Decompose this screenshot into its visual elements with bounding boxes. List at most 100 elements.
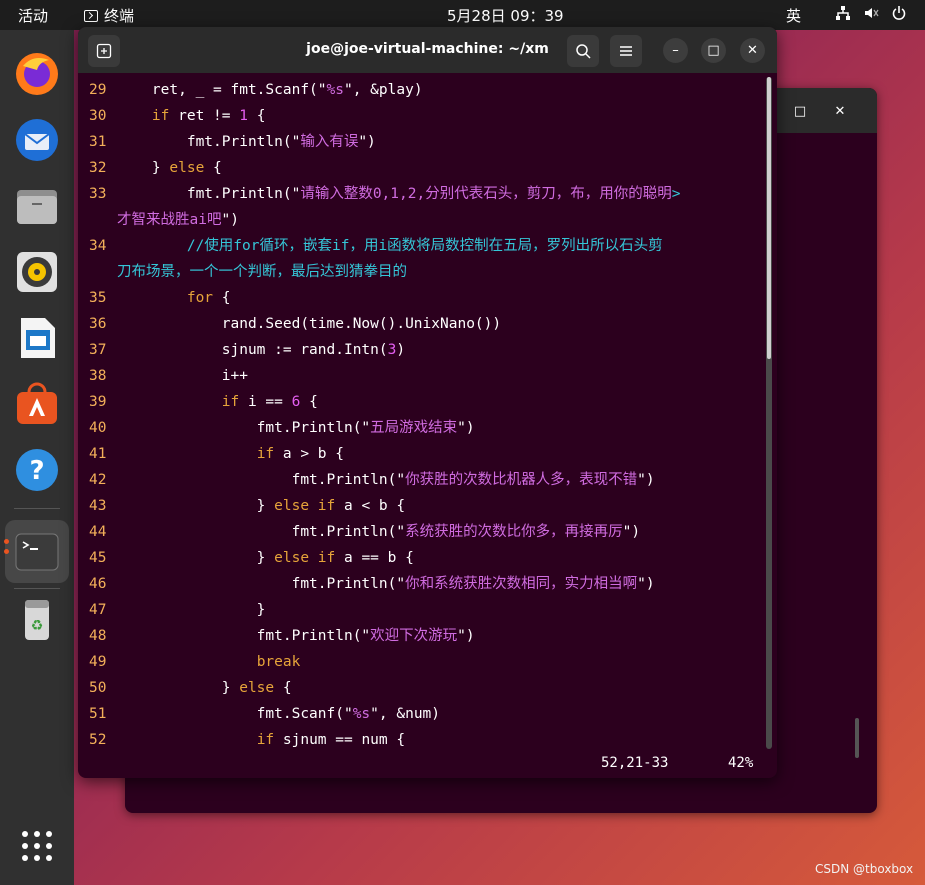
power-icon: [892, 6, 906, 20]
code-text-wrapped: 刀布场景，一个一个判断，最后达到猜拳目的: [117, 264, 407, 280]
code-line: 46 fmt.Println("你和系统获胜次数相同，实力相当啊"): [78, 571, 768, 597]
line-number: 45: [89, 550, 107, 566]
line-number: 32: [89, 160, 107, 176]
minimize-button[interactable]: –: [663, 38, 688, 63]
app-name: 终端: [104, 7, 135, 25]
dock-separator: [14, 508, 60, 509]
firefox-icon[interactable]: [13, 50, 61, 98]
code-text: fmt.Println("欢迎下次游玩"): [117, 628, 475, 644]
search-button[interactable]: [567, 35, 599, 67]
new-tab-button[interactable]: [88, 35, 120, 67]
dock: ? ♻: [0, 30, 74, 885]
code-text: } else {: [117, 160, 222, 176]
system-tray[interactable]: [835, 5, 907, 21]
code-line: 52 if sjnum == num {: [78, 727, 768, 753]
search-icon: [576, 44, 591, 59]
code-text: fmt.Println("你和系统获胜次数相同，实力相当啊"): [117, 576, 655, 592]
line-number: 37: [89, 342, 107, 358]
code-line: 47 }: [78, 597, 768, 623]
code-line: 36 rand.Seed(time.Now().UnixNano()): [78, 311, 768, 337]
code-text: if sjnum == num {: [256, 732, 406, 748]
code-text-wrapped: 才智来战胜ai吧"): [117, 212, 239, 228]
code-text: } else if a == b {: [117, 550, 414, 566]
show-apps-icon[interactable]: [13, 822, 61, 870]
scroll-percent: 42%: [728, 755, 754, 771]
code-line: 48 fmt.Println("欢迎下次游玩"): [78, 623, 768, 649]
menu-button[interactable]: [610, 35, 642, 67]
app-center-icon[interactable]: [13, 380, 61, 428]
code-line: 45 } else if a == b {: [78, 545, 768, 571]
code-line: 29 ret, _ = fmt.Scanf("%s", &play): [78, 77, 768, 103]
line-number: 29: [89, 82, 107, 98]
cursor-position: 52,21-33: [601, 755, 669, 771]
maximize-button[interactable]: □: [788, 100, 812, 124]
scrollbar-thumb[interactable]: [767, 77, 771, 359]
code-text: fmt.Println("请输入整数0,1,2,分别代表石头，剪刀，布，用你的聪…: [117, 186, 681, 202]
running-indicator: [4, 539, 9, 544]
network-icon: [836, 6, 850, 20]
line-number: 47: [89, 602, 107, 618]
libreoffice-writer-icon[interactable]: [13, 314, 61, 362]
trash-icon[interactable]: ♻: [13, 596, 61, 644]
watermark: CSDN @tboxbox: [815, 862, 914, 876]
code-text: i++: [117, 368, 248, 384]
line-number: 50: [89, 680, 107, 696]
code-text: rand.Seed(time.Now().UnixNano()): [117, 316, 502, 332]
code-text: ret, _ = fmt.Scanf("%s", &play): [117, 82, 423, 98]
volume-muted-icon: [865, 8, 879, 18]
hamburger-menu-icon: [620, 46, 632, 56]
line-number: 46: [89, 576, 107, 592]
line-number: 40: [89, 420, 107, 436]
line-number: 34: [89, 238, 107, 254]
code-line: 30 if ret != 1 {: [78, 103, 768, 129]
code-line: 41 if a > b {: [78, 441, 768, 467]
code-line: 49 break: [78, 649, 768, 675]
scrollbar[interactable]: [855, 718, 859, 758]
close-button[interactable]: ✕: [740, 38, 765, 63]
activities-button[interactable]: 活动: [18, 5, 48, 26]
files-icon[interactable]: [13, 182, 61, 230]
line-number: 52: [89, 732, 107, 748]
code-text: //使用for循环，嵌套if，用i函数将局数控制在五局，罗列出所以石头剪: [186, 238, 663, 254]
code-text: fmt.Scanf("%s", &num): [117, 706, 441, 722]
code-text: if ret != 1 {: [151, 108, 266, 124]
code-text: sjnum := rand.Intn(3): [117, 342, 406, 358]
code-line: 34 //使用for循环，嵌套if，用i函数将局数控制在五局，罗列出所以石头剪刀…: [78, 233, 768, 285]
line-number: 51: [89, 706, 107, 722]
line-number: 41: [89, 446, 107, 462]
terminal-icon: [84, 9, 98, 22]
code-text: if a > b {: [256, 446, 344, 462]
terminal-window[interactable]: joe@joe-virtual-machine: ~/xm – □ ✕ 29 r…: [78, 27, 777, 778]
terminal-content[interactable]: 29 ret, _ = fmt.Scanf("%s", &play) 30 if …: [78, 77, 768, 753]
thunderbird-icon[interactable]: [13, 116, 61, 164]
terminal-icon[interactable]: [13, 528, 61, 576]
line-number: 33: [89, 186, 107, 202]
code-text: fmt.Println("输入有误"): [117, 134, 376, 150]
line-number: 36: [89, 316, 107, 332]
maximize-button[interactable]: □: [701, 38, 726, 63]
code-line: 33 fmt.Println("请输入整数0,1,2,分别代表石头，剪刀，布，用…: [78, 181, 768, 233]
app-menu[interactable]: 终端: [84, 5, 134, 26]
line-number: 49: [89, 654, 107, 670]
dock-separator: [14, 588, 60, 589]
code-text: for {: [186, 290, 231, 306]
code-text: if i == 6 {: [221, 394, 318, 410]
close-button[interactable]: ✕: [828, 100, 852, 124]
line-number: 31: [89, 134, 107, 150]
code-text: } else if a < b {: [117, 498, 406, 514]
code-line: 31 fmt.Println("输入有误"): [78, 129, 768, 155]
code-line: 51 fmt.Scanf("%s", &num): [78, 701, 768, 727]
line-number: 43: [89, 498, 107, 514]
running-indicator: [4, 549, 9, 554]
line-number: 48: [89, 628, 107, 644]
rhythmbox-icon[interactable]: [13, 248, 61, 296]
input-method-indicator[interactable]: 英: [786, 5, 801, 26]
line-number: 38: [89, 368, 107, 384]
code-line: 43 } else if a < b {: [78, 493, 768, 519]
help-icon[interactable]: ?: [13, 446, 61, 494]
code-line: 42 fmt.Println("你获胜的次数比机器人多，表现不错"): [78, 467, 768, 493]
clock[interactable]: 5月28日 09：39: [447, 5, 564, 26]
new-tab-icon: [96, 43, 112, 59]
code-text: fmt.Println("五局游戏结束"): [117, 420, 475, 436]
top-bar: 活动 终端 5月28日 09：39 英: [0, 0, 925, 30]
